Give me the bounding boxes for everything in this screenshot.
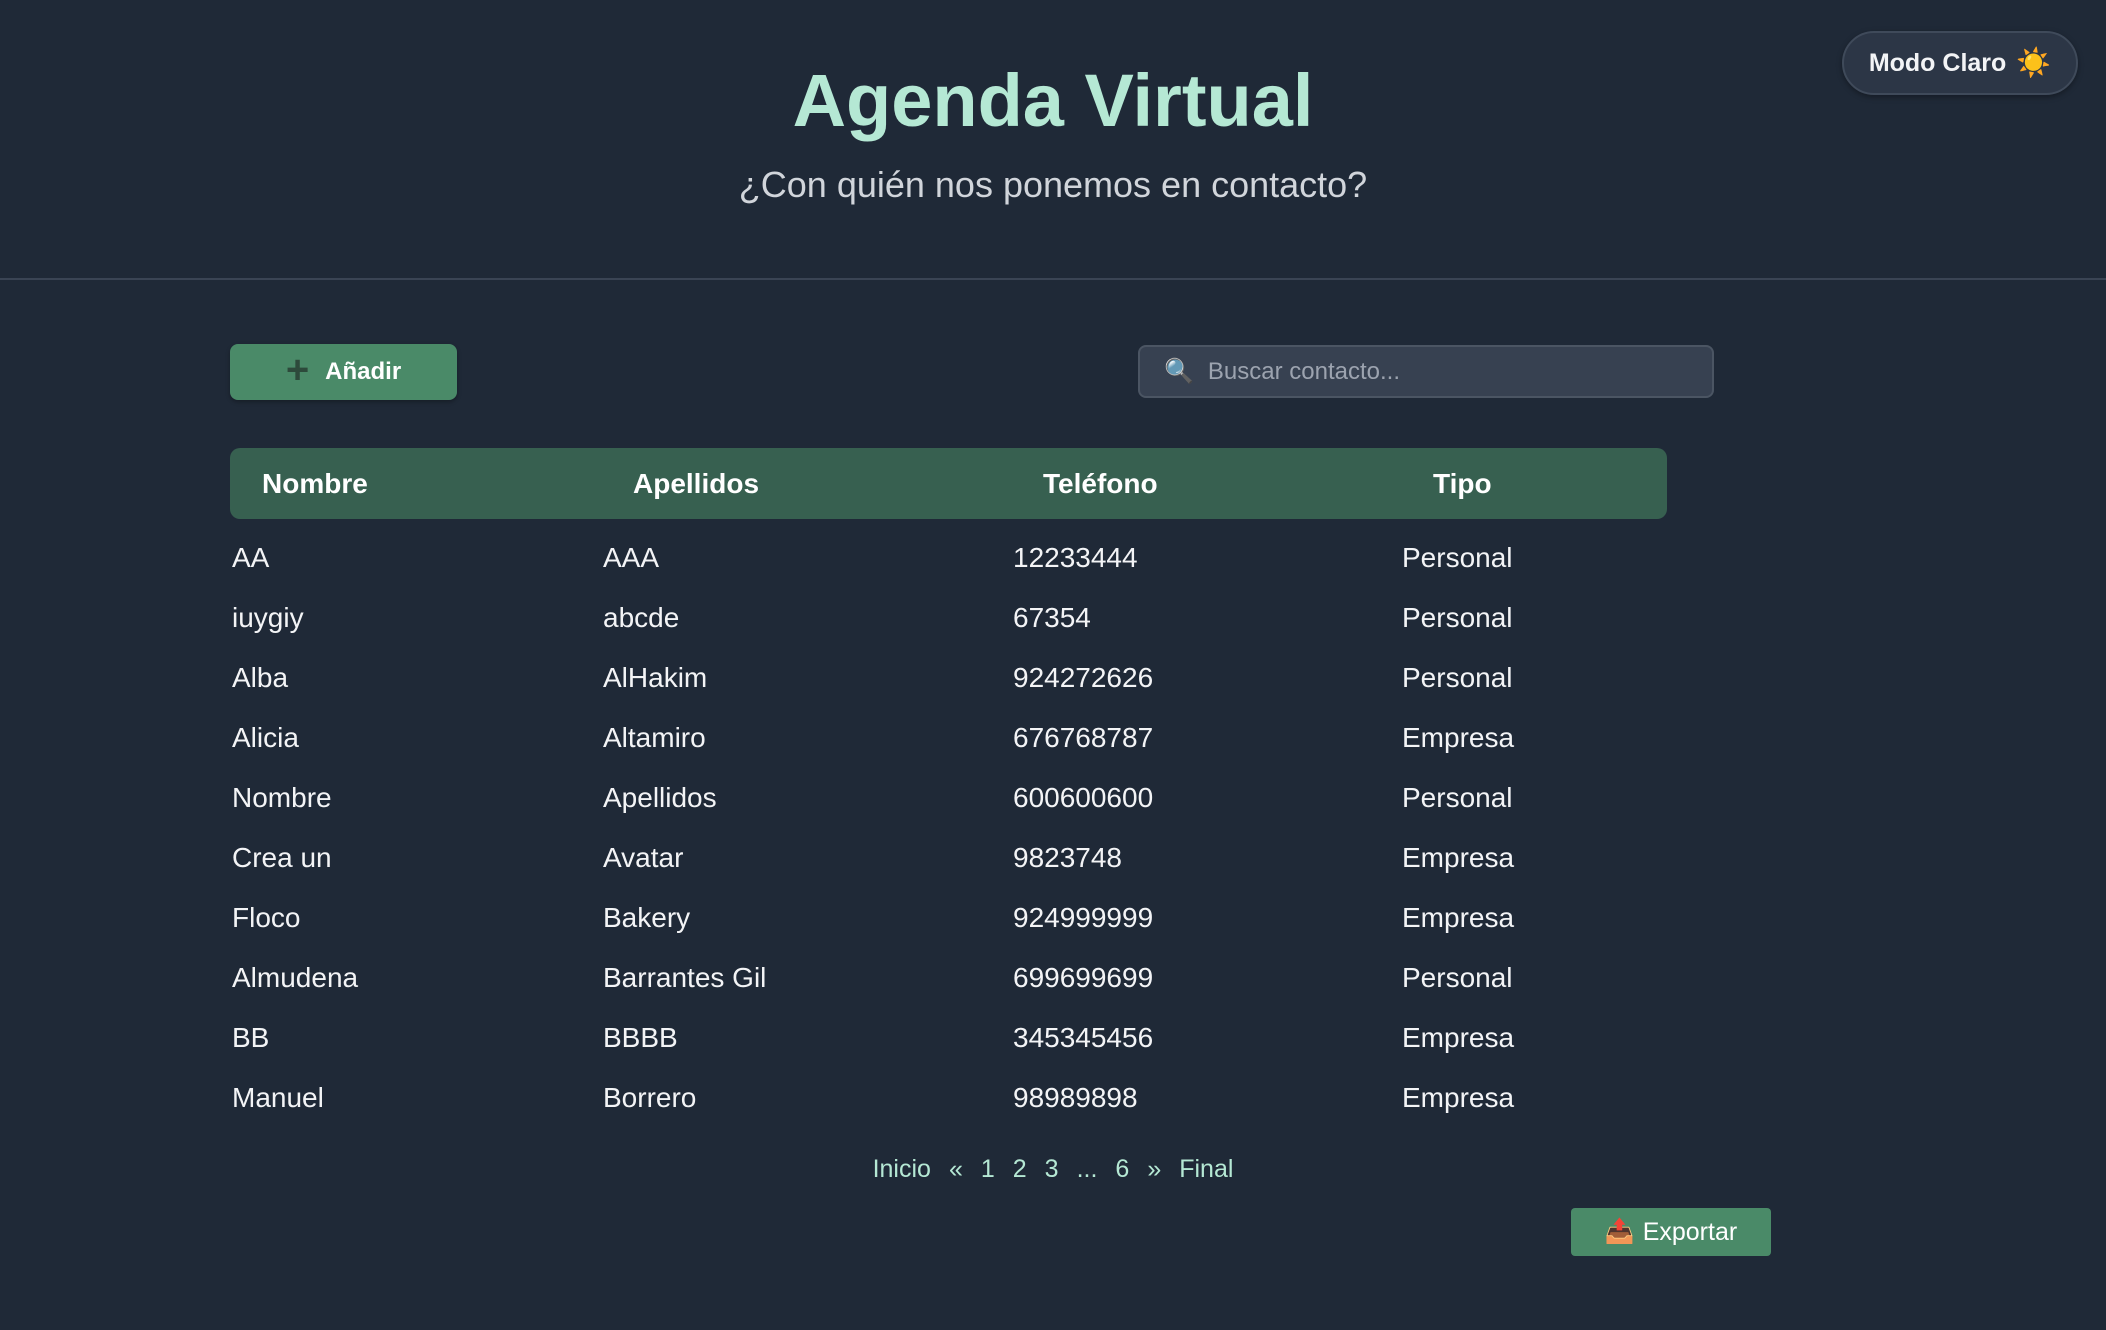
cell-telefono: 924272626	[1013, 662, 1154, 693]
cell-apellidos: Borrero	[603, 1082, 697, 1113]
search-icon: 🔍	[1164, 357, 1194, 385]
table-row[interactable]: Floco Bakery 924999999 Empresa	[230, 888, 1667, 948]
cell-nombre: BB	[232, 1022, 270, 1053]
cell-apellidos: Apellidos	[603, 782, 717, 813]
header-divider	[0, 278, 2106, 280]
pagination-first[interactable]: Inicio	[871, 1155, 933, 1184]
pagination: Inicio « 1 2 3 ... 6 » Final	[0, 1155, 2106, 1184]
cell-tipo: Empresa	[1402, 722, 1515, 753]
column-header-nombre[interactable]: Nombre	[262, 448, 368, 519]
cell-telefono: 699699699	[1013, 962, 1154, 993]
cell-nombre: Nombre	[232, 782, 332, 813]
table-row[interactable]: Almudena Barrantes Gil 699699699 Persona…	[230, 948, 1667, 1008]
pagination-next[interactable]: »	[1145, 1155, 1163, 1184]
pagination-ellipsis: ...	[1076, 1155, 1098, 1183]
cell-apellidos: Altamiro	[603, 722, 706, 753]
pagination-page-6[interactable]: 6	[1113, 1155, 1131, 1184]
column-header-telefono[interactable]: Teléfono	[1043, 448, 1158, 519]
page-title: Agenda Virtual	[792, 59, 1314, 142]
table-row[interactable]: iuygiy abcde 67354 Personal	[230, 588, 1667, 648]
cell-tipo: Empresa	[1402, 902, 1515, 933]
cell-nombre: iuygiy	[232, 602, 304, 633]
search-box[interactable]: 🔍	[1138, 345, 1714, 398]
cell-telefono: 345345456	[1013, 1022, 1154, 1053]
table-row[interactable]: AA AAA 12233444 Personal	[230, 528, 1667, 588]
pagination-prev[interactable]: «	[947, 1155, 965, 1184]
cell-nombre: Floco	[232, 902, 301, 933]
pagination-page-3[interactable]: 3	[1043, 1155, 1061, 1184]
search-input[interactable]	[1205, 356, 1690, 387]
cell-telefono: 98989898	[1013, 1082, 1138, 1113]
cell-telefono: 600600600	[1013, 782, 1154, 813]
column-header-apellidos[interactable]: Apellidos	[633, 448, 759, 519]
cell-apellidos: BBBB	[603, 1022, 678, 1053]
cell-tipo: Personal	[1402, 962, 1513, 993]
table-header: Nombre Apellidos Teléfono Tipo	[230, 448, 1667, 519]
cell-apellidos: Barrantes Gil	[603, 962, 767, 993]
cell-nombre: Almudena	[232, 962, 359, 993]
cell-tipo: Personal	[1402, 662, 1513, 693]
cell-telefono: 67354	[1013, 602, 1091, 633]
column-header-tipo[interactable]: Tipo	[1433, 448, 1492, 519]
pagination-page-2[interactable]: 2	[1011, 1155, 1029, 1184]
cell-telefono: 676768787	[1013, 722, 1154, 753]
cell-telefono: 12233444	[1013, 542, 1138, 573]
table-row[interactable]: Alicia Altamiro 676768787 Empresa	[230, 708, 1667, 768]
table-row[interactable]: Manuel Borrero 98989898 Empresa	[230, 1068, 1667, 1128]
cell-nombre: Manuel	[232, 1082, 324, 1113]
export-button-label: Exportar	[1642, 1217, 1738, 1246]
table-row[interactable]: Crea un Avatar 9823748 Empresa	[230, 828, 1667, 888]
cell-apellidos: Avatar	[603, 842, 684, 873]
plus-icon: +	[285, 348, 310, 392]
cell-tipo: Personal	[1402, 602, 1513, 633]
cell-tipo: Empresa	[1402, 842, 1515, 873]
cell-tipo: Empresa	[1402, 1082, 1515, 1113]
cell-tipo: Empresa	[1402, 1022, 1515, 1053]
cell-telefono: 9823748	[1013, 842, 1123, 873]
table-row[interactable]: Alba AlHakim 924272626 Personal	[230, 648, 1667, 708]
pagination-page-1[interactable]: 1	[979, 1155, 997, 1184]
add-button-label: Añadir	[325, 358, 402, 385]
cell-telefono: 924999999	[1013, 902, 1154, 933]
cell-nombre: AA	[232, 542, 270, 573]
pagination-last[interactable]: Final	[1177, 1155, 1235, 1184]
cell-tipo: Personal	[1402, 542, 1513, 573]
cell-apellidos: Bakery	[603, 902, 691, 933]
cell-apellidos: AAA	[603, 542, 660, 573]
cell-nombre: Alicia	[232, 722, 299, 753]
cell-nombre: Crea un	[232, 842, 332, 873]
cell-tipo: Personal	[1402, 782, 1513, 813]
table-row[interactable]: BB BBBB 345345456 Empresa	[230, 1008, 1667, 1068]
table-row[interactable]: Nombre Apellidos 600600600 Personal	[230, 768, 1667, 828]
add-contact-button[interactable]: + Añadir	[230, 344, 457, 400]
cell-nombre: Alba	[232, 662, 289, 693]
export-button[interactable]: 📤 Exportar	[1571, 1208, 1771, 1256]
cell-apellidos: abcde	[603, 602, 680, 633]
page-subtitle: ¿Con quién nos ponemos en contacto?	[738, 164, 1368, 205]
export-icon: 📤	[1604, 1218, 1635, 1245]
cell-apellidos: AlHakim	[603, 662, 708, 693]
